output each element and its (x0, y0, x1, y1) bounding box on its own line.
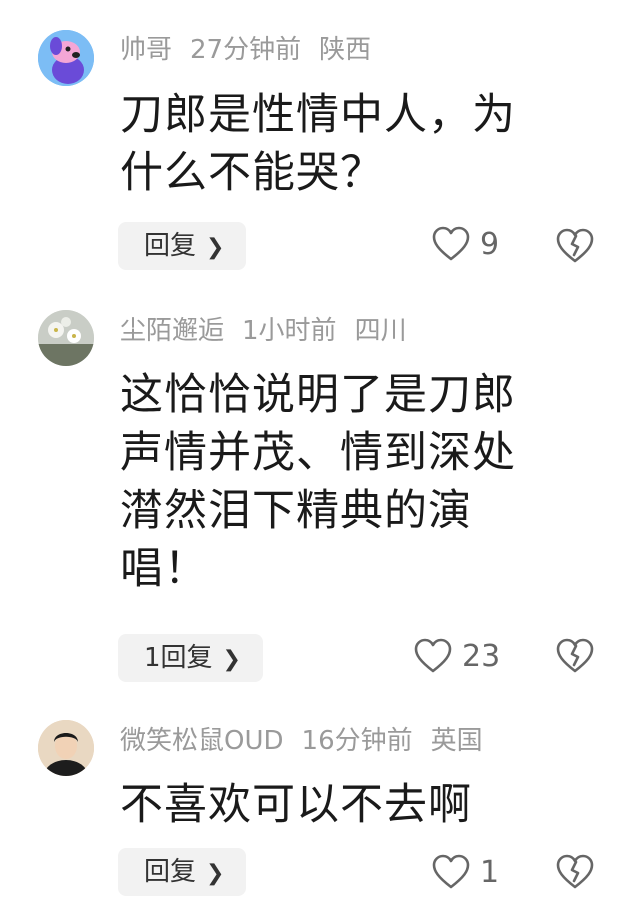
comment-text: 刀郎是性情中人，为 什么不能哭？ (120, 86, 600, 202)
dislike-button[interactable] (556, 638, 594, 678)
broken-heart-icon (556, 228, 594, 263)
timestamp: 27分钟前 (190, 35, 302, 65)
heart-outline-icon (414, 638, 452, 673)
broken-heart-icon (556, 854, 594, 889)
location: 四川 (354, 316, 407, 346)
dislike-button[interactable] (556, 228, 594, 268)
username[interactable]: 微笑松鼠OUD (120, 726, 284, 756)
reply-label: 回复 (144, 857, 197, 887)
reply-button[interactable]: 回复 ❯ (118, 222, 247, 270)
comment-text: 这恰恰说明了是刀郎 声情并茂、情到深处 潸然泪下精典的演 唱！ (120, 366, 600, 598)
comment-text-line: 刀郎是性情中人，为 (120, 90, 516, 140)
comment-text-line: 唱！ (120, 544, 208, 594)
timestamp: 1小时前 (242, 316, 337, 346)
like-count: 9 (480, 226, 500, 262)
avatar-person-icon (38, 720, 94, 776)
reply-button[interactable]: 回复 ❯ (118, 848, 247, 896)
location: 英国 (430, 726, 483, 756)
chevron-right-icon: ❯ (222, 647, 241, 672)
heart-outline-icon (432, 226, 470, 261)
comment-item: 尘陌邂逅 1小时前 四川 这恰恰说明了是刀郎 声情并茂、情到深处 潸然泪下精典的演 … (0, 290, 640, 700)
avatar[interactable] (38, 30, 94, 86)
avatar-dog-icon (38, 30, 94, 86)
comment-text: 不喜欢可以不去啊 (120, 776, 600, 834)
comment-text-line: 什么不能哭？ (120, 148, 384, 198)
like-button[interactable]: 1 (432, 854, 499, 890)
comment-meta: 微笑松鼠OUD 16分钟前 英国 (120, 724, 501, 758)
username[interactable]: 尘陌邂逅 (120, 316, 224, 346)
like-button[interactable]: 23 (414, 638, 500, 674)
comment-text-line: 不喜欢可以不去啊 (120, 780, 472, 830)
comment-text-line: 潸然泪下精典的演 (120, 486, 472, 536)
comment-text-line: 这恰恰说明了是刀郎 (120, 370, 516, 420)
comment-meta: 帅哥 27分钟前 陕西 (120, 33, 389, 67)
avatar[interactable] (38, 720, 94, 776)
username[interactable]: 帅哥 (120, 35, 172, 65)
comment-text-line: 声情并茂、情到深处 (120, 428, 516, 478)
comment-item: 帅哥 27分钟前 陕西 刀郎是性情中人，为 什么不能哭？ 回复 ❯ 9 (0, 0, 640, 290)
reply-label: 1回复 (144, 643, 213, 673)
heart-outline-icon (432, 854, 470, 889)
chevron-right-icon: ❯ (206, 235, 225, 260)
comment-meta: 尘陌邂逅 1小时前 四川 (120, 314, 425, 348)
location: 陕西 (319, 35, 372, 65)
broken-heart-icon (556, 638, 594, 673)
reply-button[interactable]: 1回复 ❯ (118, 634, 263, 682)
chevron-right-icon: ❯ (206, 861, 225, 886)
reply-label: 回复 (144, 231, 197, 261)
like-count: 23 (462, 638, 501, 674)
avatar-flower-icon (38, 310, 94, 366)
comment-list: 帅哥 27分钟前 陕西 刀郎是性情中人，为 什么不能哭？ 回复 ❯ 9 尘陌邂逅… (0, 0, 640, 918)
comment-item: 微笑松鼠OUD 16分钟前 英国 不喜欢可以不去啊 回复 ❯ 1 (0, 700, 640, 918)
dislike-button[interactable] (556, 854, 594, 894)
like-button[interactable]: 9 (432, 226, 499, 262)
timestamp: 16分钟前 (301, 726, 413, 756)
like-count: 1 (480, 854, 500, 890)
avatar[interactable] (38, 310, 94, 366)
